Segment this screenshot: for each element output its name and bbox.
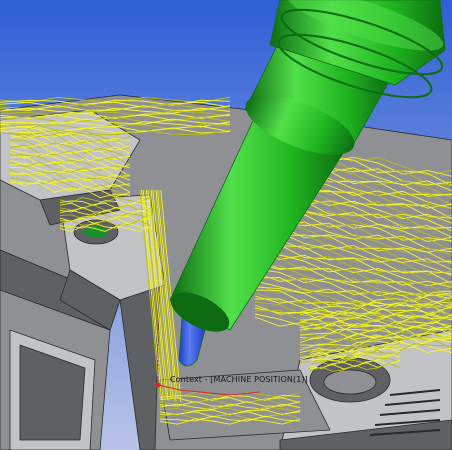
workpiece-bore-left-inner (84, 226, 108, 238)
context-label: Context - [MACHINE POSITION(1)] (170, 375, 308, 384)
cam-viewport[interactable]: Context - [MACHINE POSITION(1)] (0, 0, 452, 450)
workpiece-bore-right-inner (323, 369, 377, 395)
